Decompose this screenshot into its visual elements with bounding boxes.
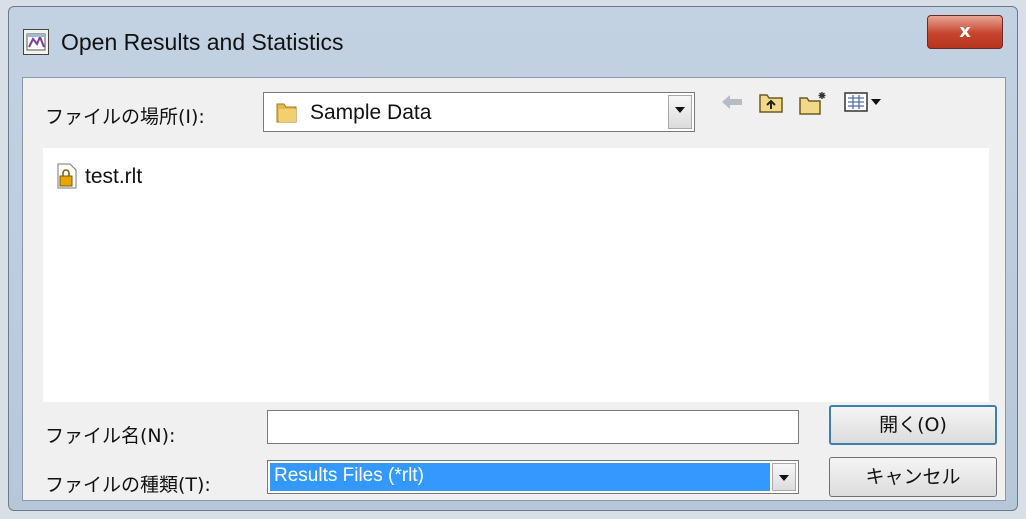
lookin-label: ファイルの場所(I): <box>45 106 205 128</box>
chevron-down-icon[interactable] <box>772 463 796 491</box>
file-list[interactable]: test.rlt <box>43 148 989 402</box>
file-name: test.rlt <box>85 165 143 188</box>
filetype-combo[interactable]: Results Files (*rlt) <box>267 460 799 494</box>
close-button[interactable]: x <box>927 15 1003 49</box>
filename-label: ファイル名(N): <box>45 425 176 447</box>
window-title: Open Results and Statistics <box>61 29 344 55</box>
filename-input[interactable] <box>267 410 799 444</box>
filetype-value: Results Files (*rlt) <box>270 463 770 491</box>
filetype-label: ファイルの種類(T): <box>45 474 211 496</box>
title-bar[interactable]: Open Results and Statistics x <box>9 7 1017 77</box>
lookin-value: Sample Data <box>310 101 432 124</box>
dialog-body: ファイルの場所(I): Sample Data test.rlt ファイル名(N… <box>22 77 1006 501</box>
file-icon <box>57 163 77 189</box>
close-icon: x <box>959 21 971 42</box>
new-folder-icon[interactable] <box>798 90 828 116</box>
app-icon <box>23 29 49 55</box>
open-button[interactable]: 開く(O) <box>829 405 997 445</box>
view-menu-icon[interactable] <box>843 90 891 114</box>
folder-icon <box>276 103 297 123</box>
cancel-button[interactable]: キャンセル <box>829 457 997 497</box>
up-folder-icon[interactable] <box>758 90 786 114</box>
chevron-down-icon[interactable] <box>668 95 692 129</box>
lookin-combo[interactable]: Sample Data <box>263 92 695 132</box>
back-arrow-icon[interactable] <box>718 90 746 114</box>
list-item[interactable]: test.rlt <box>55 162 142 192</box>
dialog-window: Open Results and Statistics x ファイルの場所(I)… <box>8 6 1018 511</box>
